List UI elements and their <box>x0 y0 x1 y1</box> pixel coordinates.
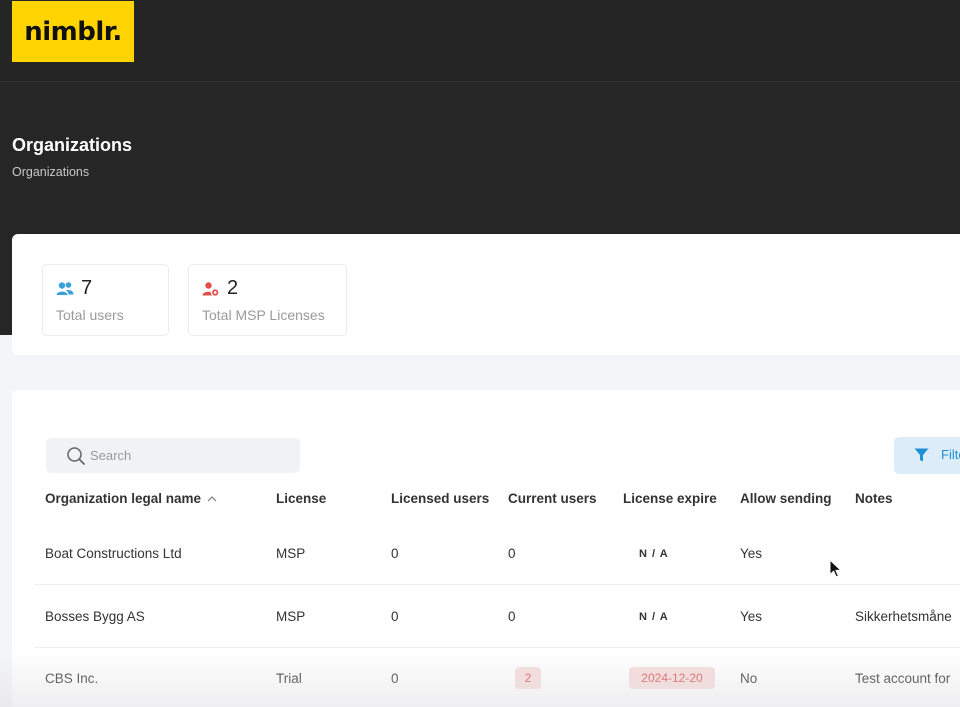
column-header-organization-legal-name[interactable]: Organization legal name <box>45 491 217 506</box>
nimblr-logo[interactable]: nimblr. <box>12 1 134 62</box>
current-users-badge: 2 <box>515 667 541 689</box>
cell-license: MSP <box>276 546 306 561</box>
stat-card-total-msp-licenses: 2 Total MSP Licenses <box>188 264 347 336</box>
column-header-current-users[interactable]: Current users <box>508 491 597 506</box>
cell-current-users: 0 <box>508 546 516 561</box>
stat-card-total-users: 7 Total users <box>42 264 169 336</box>
cell-license: Trial <box>276 671 302 686</box>
column-header-license[interactable]: License <box>276 491 326 506</box>
table-row[interactable]: Bosses Bygg AS MSP 0 0 N / A Yes Sikkerh… <box>34 586 960 648</box>
organizations-table-panel: Filte Organization legal name License Li… <box>12 390 960 707</box>
filter-icon <box>914 448 929 462</box>
sort-ascending-icon <box>207 496 217 502</box>
total-msp-licenses-value: 2 <box>227 277 239 299</box>
total-users-label: Total users <box>56 307 124 323</box>
top-bar: nimblr. <box>0 0 960 82</box>
user-license-icon <box>202 282 220 297</box>
license-expire-badge: 2024-12-20 <box>629 667 715 689</box>
cell-licensed-users: 0 <box>391 609 399 624</box>
cell-name: Bosses Bygg AS <box>45 609 145 624</box>
page-title: Organizations <box>12 135 133 155</box>
search-box[interactable] <box>46 438 300 473</box>
cell-licensed-users: 0 <box>391 546 399 561</box>
filter-button[interactable]: Filte <box>894 437 960 474</box>
search-icon <box>67 447 85 465</box>
cell-allow-sending: No <box>740 671 758 686</box>
cell-notes: Sikkerhetsmåne <box>855 609 952 624</box>
total-msp-licenses-label: Total MSP Licenses <box>202 307 325 323</box>
table-row[interactable]: Boat Constructions Ltd MSP 0 0 N / A Yes <box>34 523 960 585</box>
cell-allow-sending: Yes <box>740 609 763 624</box>
mouse-cursor-icon <box>829 559 843 578</box>
column-header-label: Organization legal name <box>45 491 202 506</box>
cell-name: Boat Constructions Ltd <box>45 546 182 561</box>
cell-licensed-users: 0 <box>391 671 399 686</box>
column-header-licensed-users[interactable]: Licensed users <box>391 491 489 506</box>
cell-notes: Test account for <box>855 671 951 686</box>
cell-license: MSP <box>276 609 306 624</box>
logo-text: nimblr. <box>24 16 122 47</box>
cell-allow-sending: Yes <box>740 546 763 561</box>
total-users-value: 7 <box>81 277 93 299</box>
cell-name: CBS Inc. <box>45 671 99 686</box>
cell-current-users: 0 <box>508 609 516 624</box>
breadcrumb[interactable]: Organizations <box>12 165 89 179</box>
stats-panel: 7 Total users 2 Total MSP Licenses <box>12 234 960 355</box>
table-row[interactable]: CBS Inc. Trial 0 2 2024-12-20 No Test ac… <box>34 648 960 707</box>
column-header-license-expire[interactable]: License expire <box>623 491 717 506</box>
cell-license-expire: N / A <box>639 611 669 623</box>
column-header-notes[interactable]: Notes <box>855 491 893 506</box>
users-icon <box>56 282 74 295</box>
cell-license-expire: N / A <box>639 548 669 560</box>
filter-button-label: Filte <box>941 447 960 462</box>
column-header-allow-sending[interactable]: Allow sending <box>740 491 832 506</box>
search-input[interactable] <box>90 445 290 465</box>
